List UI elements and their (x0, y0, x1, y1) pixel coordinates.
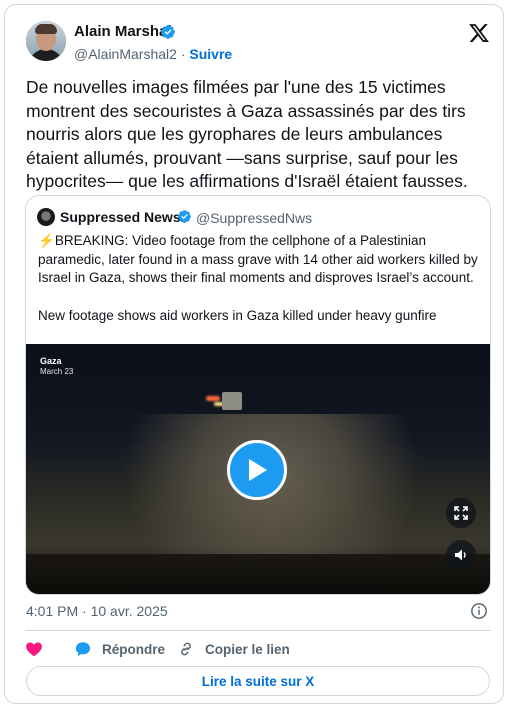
author-handle[interactable]: @AlainMarshal2 (74, 46, 177, 62)
like-button[interactable] (25, 639, 53, 659)
reply-button[interactable]: Répondre (74, 639, 165, 659)
quoted-text-body: BREAKING: Video footage from the cellpho… (38, 233, 478, 285)
heart-icon (26, 642, 42, 657)
speaker-icon (455, 549, 466, 561)
video-player[interactable]: Gaza March 23 (26, 344, 490, 594)
verified-badge-icon (178, 210, 191, 223)
tweet-text: De nouvelles images filmées par l'une de… (26, 77, 468, 192)
copy-link-label: Copier le lien (205, 641, 290, 657)
follow-button[interactable]: Suivre (189, 46, 232, 62)
quoted-author-avatar[interactable] (37, 208, 55, 226)
volume-button[interactable] (446, 540, 476, 570)
video-frame-vehicle (222, 392, 242, 410)
read-more-button[interactable]: Lire la suite sur X (26, 666, 490, 696)
reply-bubble-icon (75, 642, 91, 657)
video-frame-dashboard (26, 554, 490, 594)
divider (25, 630, 491, 631)
play-icon (249, 459, 267, 481)
reply-label: Répondre (102, 641, 166, 657)
fullscreen-icon (454, 506, 468, 520)
play-button[interactable] (227, 440, 287, 500)
lightning-icon: ⚡ (38, 233, 55, 248)
quoted-tweet-text: ⚡BREAKING: Video footage from the cellph… (38, 232, 484, 325)
video-frame-lights (206, 396, 220, 401)
quoted-author-name[interactable]: Suppressed News. (60, 209, 185, 225)
author-handle-row: @AlainMarshal2 · Suivre (74, 46, 232, 62)
fullscreen-button[interactable] (446, 498, 476, 528)
info-icon[interactable] (470, 602, 488, 620)
quoted-tweet[interactable]: Suppressed News. @SuppressedNws ⚡BREAKIN… (25, 195, 491, 595)
video-date-label: March 23 (40, 367, 74, 376)
tweet-timestamp[interactable]: 4:01 PM · 10 avr. 2025 (26, 603, 168, 619)
separator-dot: · (180, 46, 186, 62)
author-name[interactable]: Alain Marshal (74, 23, 172, 40)
verified-badge-icon (161, 25, 175, 39)
quoted-text-headline: New footage shows aid workers in Gaza ki… (38, 307, 437, 323)
copy-link-button[interactable]: Copier le lien (177, 639, 290, 659)
quoted-author-handle[interactable]: @SuppressedNws (196, 210, 312, 226)
author-avatar[interactable] (26, 21, 66, 61)
video-location-label: Gaza (40, 356, 62, 366)
x-logo-icon[interactable] (468, 22, 490, 44)
tweet-embed-card: Alain Marshal @AlainMarshal2 · Suivre De… (4, 4, 504, 704)
link-icon (181, 642, 191, 656)
